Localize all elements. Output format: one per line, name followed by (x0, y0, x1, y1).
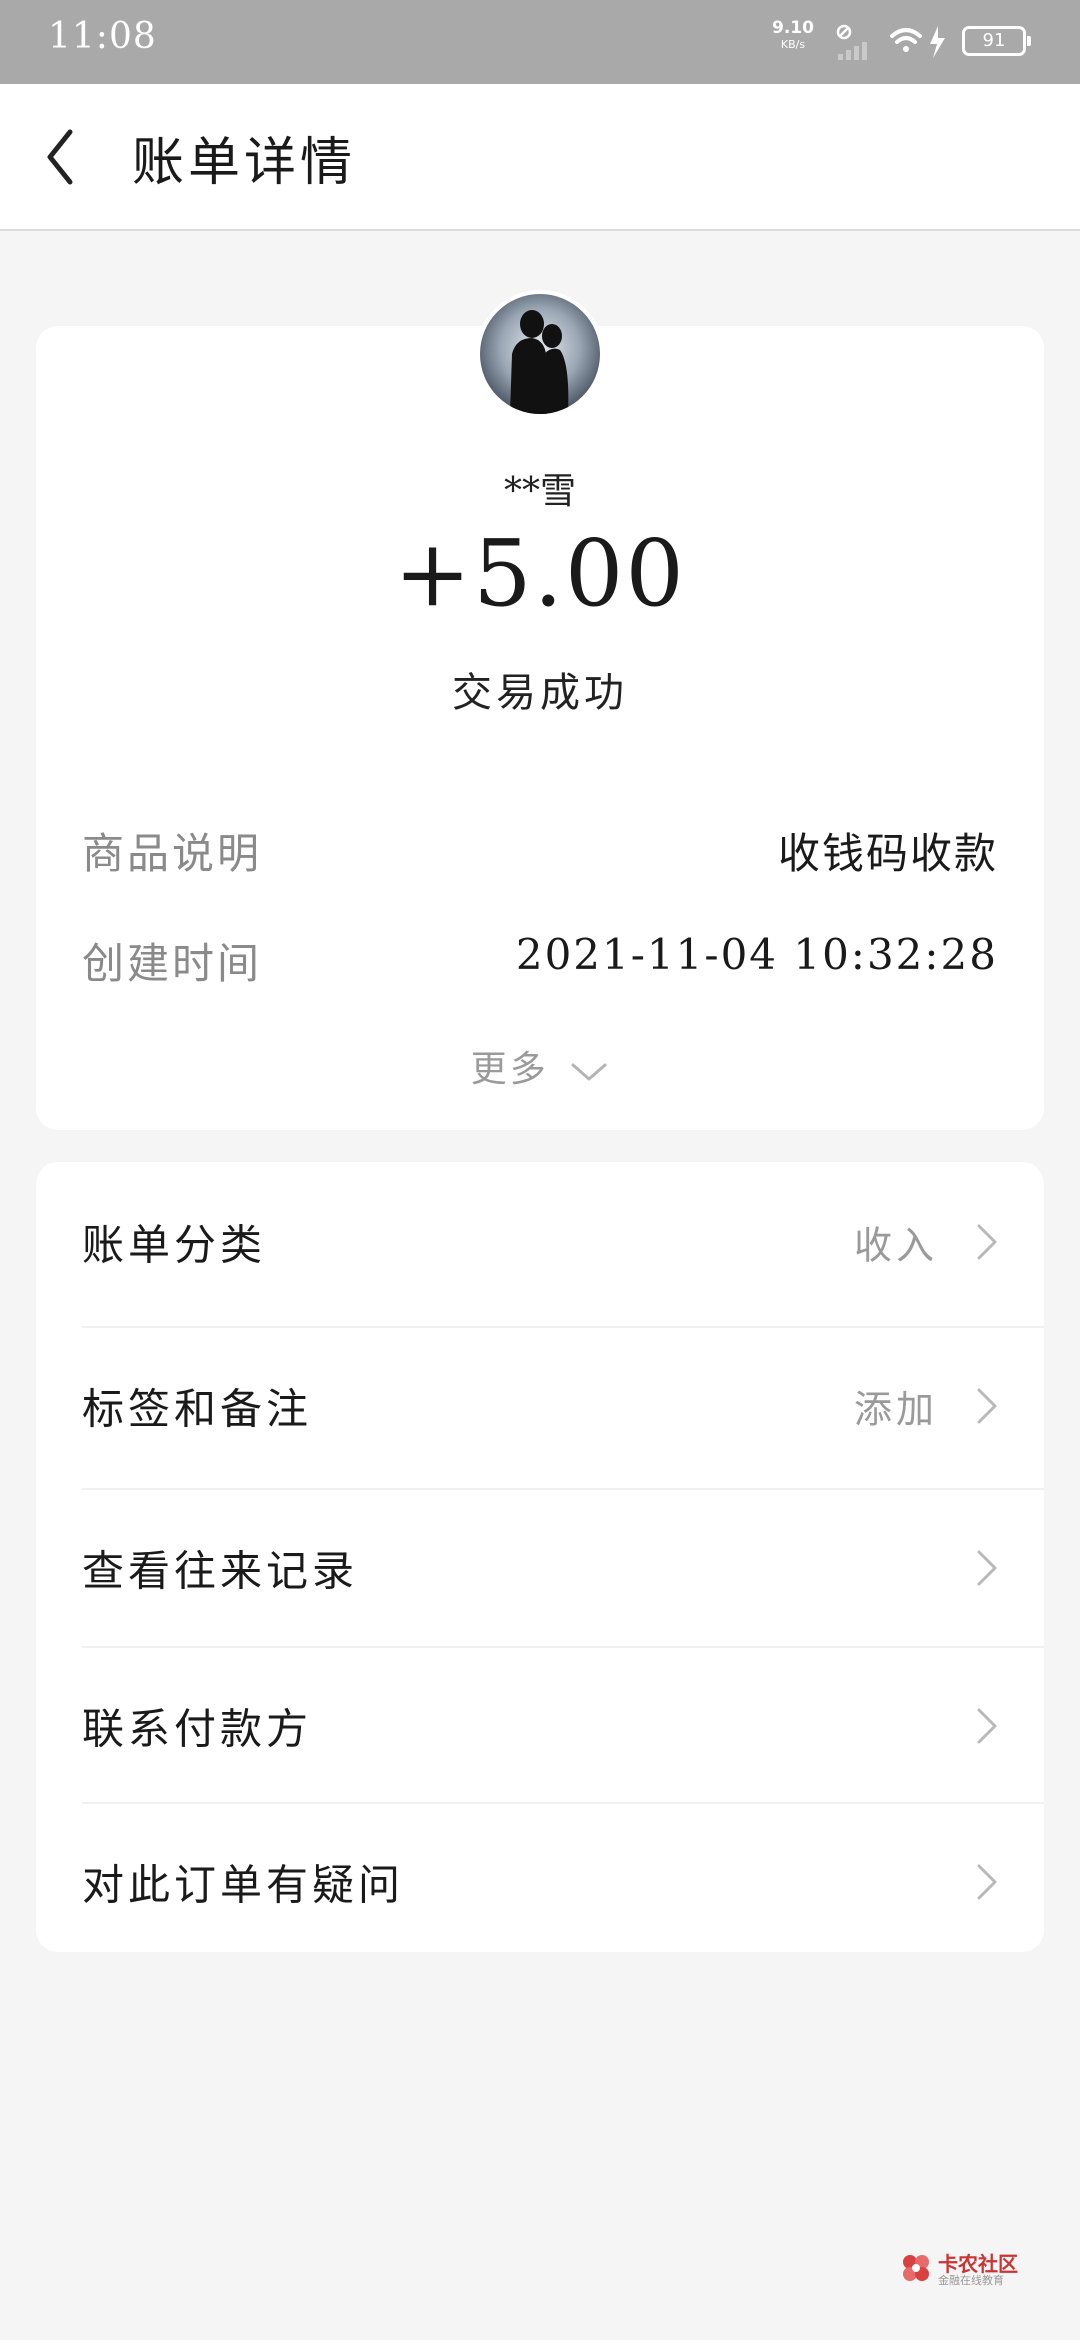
avatar-image (480, 294, 600, 414)
transaction-card (36, 326, 1044, 1130)
wifi-icon (890, 28, 922, 52)
transaction-status: 交易成功 (452, 670, 628, 716)
chevron-right-icon (977, 1224, 997, 1260)
do-not-disturb-icon (836, 24, 852, 40)
product-description-label: 商品说明 (82, 829, 263, 878)
app-header: 账单详情 (0, 84, 1080, 231)
network-speed-value: 9.10 (772, 18, 814, 38)
list-item-bill-category[interactable]: 账单分类 收入 (36, 1164, 1044, 1320)
battery-indicator: 91 (962, 26, 1031, 56)
list-item-order-question[interactable]: 对此订单有疑问 (36, 1804, 1044, 1960)
list-item-label: 标签和备注 (82, 1384, 313, 1434)
charging-icon (930, 26, 945, 58)
page-title: 账单详情 (132, 133, 357, 193)
watermark-logo-icon (903, 2255, 929, 2281)
created-time-value: 2021-11-04 10:32:28 (515, 930, 998, 979)
watermark: 卡农社区 金融在线教育 (900, 2248, 1030, 2288)
chevron-right-icon (977, 1708, 997, 1744)
more-label: 更多 (470, 1049, 549, 1090)
back-button[interactable] (30, 122, 100, 192)
product-description-value: 收钱码收款 (777, 829, 998, 878)
avatar[interactable] (476, 290, 604, 418)
payer-name: **雪 (503, 471, 576, 512)
list-item-contact-payer[interactable]: 联系付款方 (36, 1648, 1044, 1804)
list-item-value: 添加 (853, 1387, 938, 1432)
list-item-label: 对此订单有疑问 (82, 1860, 405, 1910)
chevron-right-icon (977, 1388, 997, 1424)
chevron-down-icon (571, 1063, 607, 1081)
list-item-tags-notes[interactable]: 标签和备注 添加 (36, 1328, 1044, 1484)
list-item-label: 查看往来记录 (82, 1546, 359, 1596)
created-time-label: 创建时间 (82, 939, 263, 988)
status-bar: 11:08 9.10 KB/s 91 (0, 0, 1080, 84)
list-item-label: 账单分类 (82, 1220, 267, 1270)
chevron-right-icon (977, 1864, 997, 1900)
list-item-transaction-history[interactable]: 查看往来记录 (36, 1490, 1044, 1646)
signal-icon (838, 42, 867, 60)
transaction-amount: +5.00 (394, 520, 686, 627)
network-speed: 9.10 KB/s (770, 18, 816, 51)
list-item-label: 联系付款方 (82, 1704, 313, 1754)
chevron-right-icon (977, 1550, 997, 1586)
watermark-slogan: 金融在线教育 (938, 2274, 1004, 2287)
status-time: 11:08 (48, 16, 157, 57)
list-item-value: 收入 (853, 1223, 938, 1268)
network-speed-unit: KB/s (780, 38, 806, 51)
more-toggle[interactable]: 更多 (0, 1040, 1080, 1092)
